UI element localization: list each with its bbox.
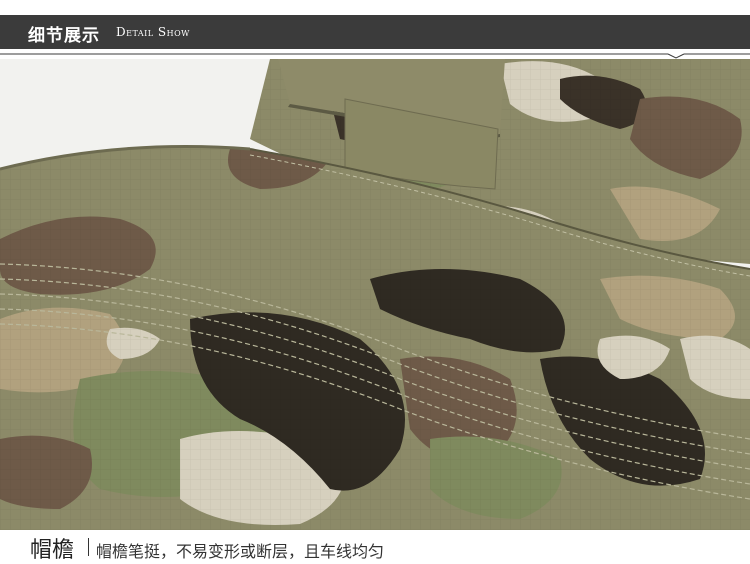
caption-divider xyxy=(88,538,89,556)
section-header: 细节展示 Detail Show xyxy=(0,15,750,49)
section-subtitle: Detail Show xyxy=(116,25,190,39)
cap-brim-image xyxy=(0,59,750,530)
caption-title: 帽檐 xyxy=(30,538,75,563)
caption-description: 帽檐笔挺，不易变形或断层，且车线均匀 xyxy=(96,542,385,561)
section-title: 细节展示 xyxy=(28,26,100,46)
product-photo xyxy=(0,59,750,530)
